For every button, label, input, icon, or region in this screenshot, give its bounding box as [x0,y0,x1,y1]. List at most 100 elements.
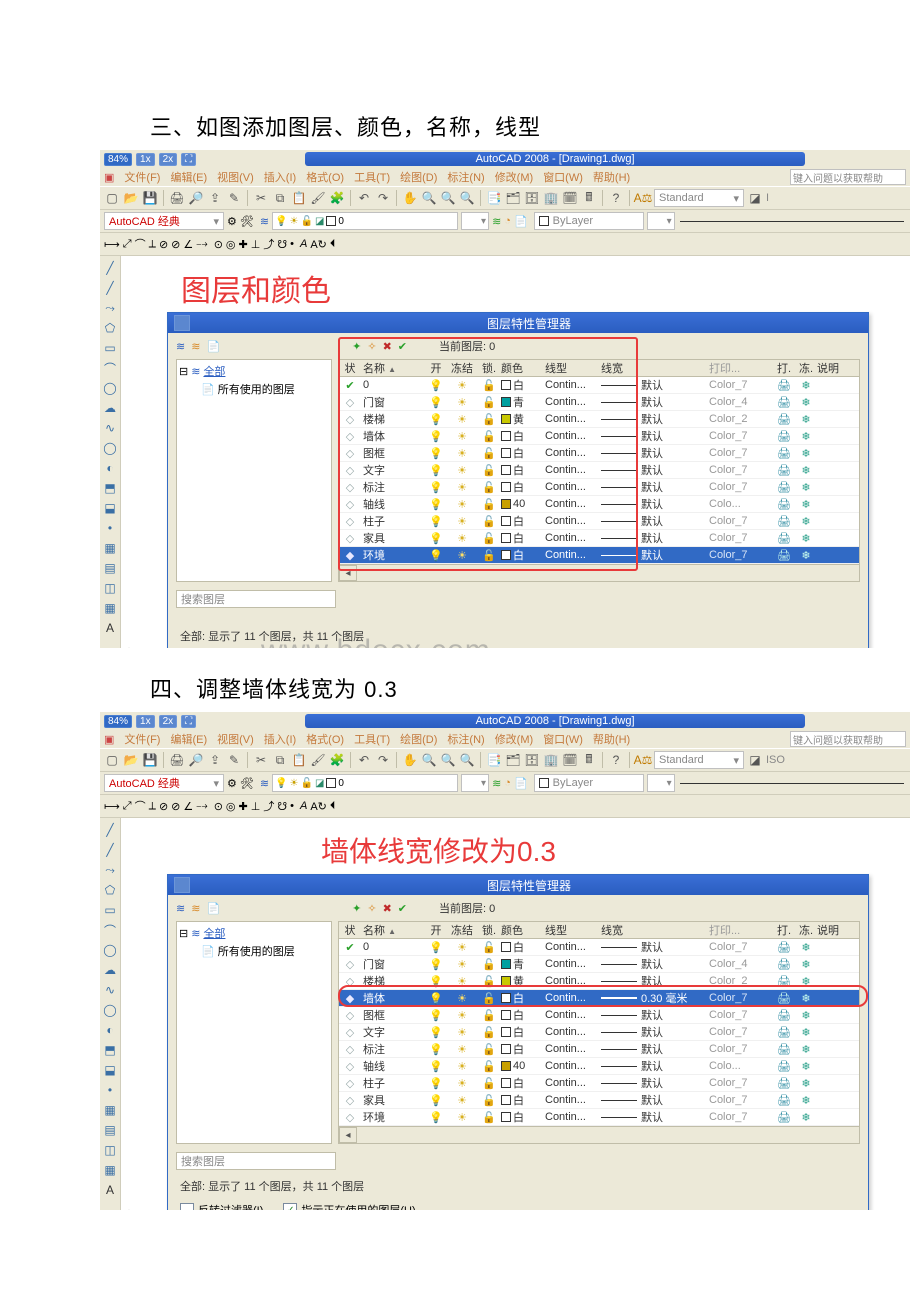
on-icon[interactable]: 💡 [425,1077,447,1090]
freeze-icon[interactable]: ☀ [447,464,477,477]
dim-jog-icon[interactable]: ⤴ [263,236,274,252]
layer-name[interactable]: 柱子 [361,513,425,529]
freeze-icon[interactable]: ☀ [447,992,477,1005]
search-layers[interactable]: 搜索图层 [176,590,336,608]
lineweight-cell[interactable]: 默认 [601,1058,709,1074]
freeze-icon[interactable]: ☀ [447,1094,477,1107]
linetype-cell[interactable]: Contin... [545,941,601,953]
layer-name[interactable]: 图框 [361,1007,425,1023]
text-icon[interactable]: A [102,1182,118,1198]
plot-icon[interactable]: 🖨 [773,992,795,1005]
plotstyle-cell[interactable]: Color_7 [709,447,773,459]
annoscale-icon[interactable]: A⚖ [635,752,651,768]
dim-cont-icon[interactable]: ◎ [226,238,236,251]
freeze-icon[interactable]: ☀ [447,1009,477,1022]
linetype-cell[interactable]: Contin... [545,447,601,459]
arc-icon[interactable]: ⌒ [102,360,118,376]
menu-insert[interactable]: 插入(I) [264,169,296,185]
freeze-icon[interactable]: ☀ [447,481,477,494]
help-icon[interactable]: ? [608,752,624,768]
on-icon[interactable]: 💡 [425,447,447,460]
pline-icon[interactable]: ⤳ [102,300,118,316]
on-icon[interactable]: 💡 [425,430,447,443]
dim-style-icon[interactable]: ⏴ [330,800,336,813]
layer-row[interactable]: ◇ 墙体 💡 ☀ 🔓 白 Contin... 默认 Color_7 🖨 ❄ [339,428,859,445]
color-cell[interactable]: 黄 [501,411,545,427]
lineweight-cell[interactable]: 默认 [601,496,709,512]
cut-icon[interactable]: ✂ [253,190,269,206]
new-group-icon[interactable]: ≋ [191,902,200,915]
layer-name[interactable]: 轴线 [361,496,425,512]
linetype-cell[interactable]: Contin... [545,1111,601,1123]
layer-prev-icon[interactable]: ≋ [492,215,501,228]
freeze-vp-icon[interactable]: ❄ [795,1043,817,1056]
designcenter-icon[interactable]: 🗂 [505,190,521,206]
freeze-vp-icon[interactable]: ❄ [795,1060,817,1073]
lineweight-cell[interactable]: 默认 [601,1092,709,1108]
freeze-vp-icon[interactable]: ❄ [795,1009,817,1022]
freeze-vp-icon[interactable]: ❄ [795,958,817,971]
arc-icon[interactable]: ⌒ [102,922,118,938]
color-cell[interactable]: 白 [501,1041,545,1057]
plot-icon[interactable]: 🖨 [773,1111,795,1124]
layer-prev-icon[interactable]: ≋ [492,777,501,790]
freeze-vp-icon[interactable]: ❄ [795,532,817,545]
color-cell[interactable]: 白 [501,1007,545,1023]
on-icon[interactable]: 💡 [425,464,447,477]
color-cell[interactable]: 白 [501,939,545,955]
circle-icon[interactable]: ◯ [102,380,118,396]
layer-name[interactable]: 文字 [361,1024,425,1040]
circle-icon[interactable]: ◯ [102,942,118,958]
linetype-cell[interactable]: Contin... [545,430,601,442]
lock-icon[interactable]: 🔓 [477,1111,501,1124]
lock-icon[interactable]: 🔓 [477,1094,501,1107]
plot-icon[interactable]: ✎ [226,752,242,768]
menu-dim[interactable]: 标注(N) [447,169,484,185]
blockeditor-icon[interactable]: 🧩 [329,752,345,768]
zoom-expand-icon[interactable]: ⛶ [181,715,196,728]
print-icon[interactable]: 🖨 [169,190,185,206]
lock-icon[interactable]: 🔓 [477,413,501,426]
lock-icon[interactable]: 🔓 [477,1009,501,1022]
layer-manager-icon[interactable]: ≋ [260,215,269,228]
on-icon[interactable]: 💡 [425,1009,447,1022]
cut-icon[interactable]: ✂ [253,752,269,768]
new-layer-frozen-icon[interactable]: ✧ [367,340,376,353]
lock-icon[interactable]: 🔓 [477,958,501,971]
on-icon[interactable]: 💡 [425,1111,447,1124]
layer-grid[interactable]: 状 名称 ▲ 开 冻结 锁. 颜色 线型 线宽 打印... 打. 冻. 说明 ✔… [338,359,860,582]
layer-name[interactable]: 环境 [361,547,425,563]
plotstyle-cell[interactable]: Color_7 [709,464,773,476]
copy-icon[interactable]: ⧉ [272,752,288,768]
delete-layer-icon[interactable]: ✖ [383,340,392,353]
pline-icon[interactable]: ⤳ [102,862,118,878]
layer-row[interactable]: ◆ 环境 💡 ☀ 🔓 白 Contin... 默认 Color_7 🖨 ❄ [339,547,859,564]
freeze-icon[interactable]: ☀ [447,941,477,954]
toolpalettes-icon[interactable]: 🗄 [524,190,540,206]
color-cell[interactable]: 白 [501,530,545,546]
plotstyle-cell[interactable]: Color_7 [709,941,773,953]
revcloud-icon[interactable]: ☁ [102,962,118,978]
menu-file[interactable]: 文件(F) [124,731,160,747]
dim-cent-icon[interactable]: ✚ [239,238,248,251]
plot-icon[interactable]: ✎ [226,190,242,206]
plot-icon[interactable]: 🖨 [773,958,795,971]
ellipsearc-icon[interactable]: ◐ [102,460,118,476]
freeze-vp-icon[interactable]: ❄ [795,1094,817,1107]
dim-aligned-icon[interactable]: ⤢ [123,800,132,813]
menu-view[interactable]: 视图(V) [217,731,254,747]
plot-icon[interactable]: 🖨 [773,975,795,988]
line-icon[interactable]: ╱ [102,822,118,838]
region-icon[interactable]: ◫ [102,580,118,596]
lineweight-cell[interactable]: 默认 [601,547,709,563]
linetype-cell[interactable]: Contin... [545,975,601,987]
layer-grid[interactable]: 状 名称 ▲ 开 冻结 锁. 颜色 线型 线宽 打印... 打. 冻. 说明 ✔… [338,921,860,1144]
pan-icon[interactable]: ✋ [402,752,418,768]
undo-icon[interactable]: ↶ [356,190,372,206]
layer-name[interactable]: 柱子 [361,1075,425,1091]
color-cell[interactable]: 白 [501,1075,545,1091]
menu-format[interactable]: 格式(O) [306,731,344,747]
plot-icon[interactable]: 🖨 [773,430,795,443]
lineweight-cell[interactable]: 默认 [601,411,709,427]
layer-row[interactable]: ◇ 轴线 💡 ☀ 🔓 40 Contin... 默认 Colo... 🖨 ❄ [339,496,859,513]
